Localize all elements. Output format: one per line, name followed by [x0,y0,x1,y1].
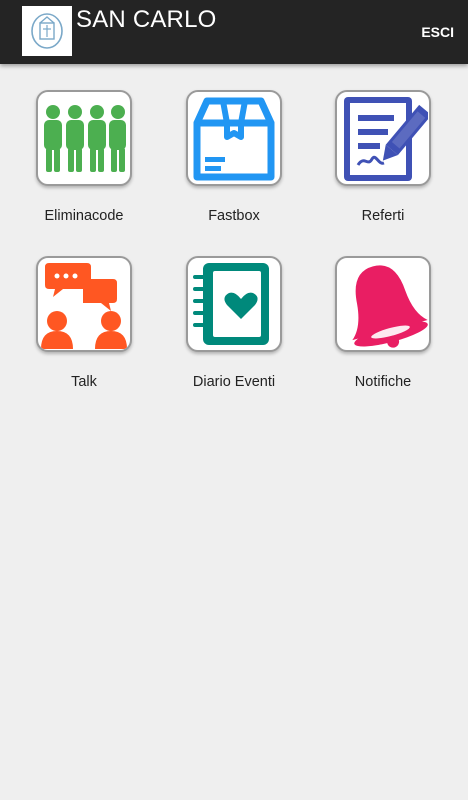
tile-talk[interactable]: Talk [9,256,159,416]
diary-heart-icon [186,256,282,352]
tile-notifiche[interactable]: Notifiche [308,256,458,416]
tile-referti[interactable]: Referti [308,90,458,250]
tile-label: Referti [361,208,405,224]
seal-icon [31,13,63,49]
hospital-logo [22,6,72,56]
bell-icon [335,256,431,352]
document-sign-icon [335,90,431,186]
tile-eliminacode[interactable]: Eliminacode [9,90,159,250]
people-queue-icon [36,90,132,186]
tile-label: Fastbox [208,208,260,224]
tile-label: Notifiche [354,374,412,390]
chat-people-icon [36,256,132,352]
tile-fastbox[interactable]: Fastbox [159,90,309,250]
app-title: SAN CARLO [76,6,217,33]
app-bar: SAN CARLO ESCI [0,0,468,64]
exit-button[interactable]: ESCI [421,24,454,40]
tile-diario-eventi[interactable]: Diario Eventi [159,256,309,416]
tile-label: Diario Eventi [192,374,276,390]
box-icon [186,90,282,186]
tile-label: Talk [71,374,97,390]
tile-label: Eliminacode [44,208,124,224]
